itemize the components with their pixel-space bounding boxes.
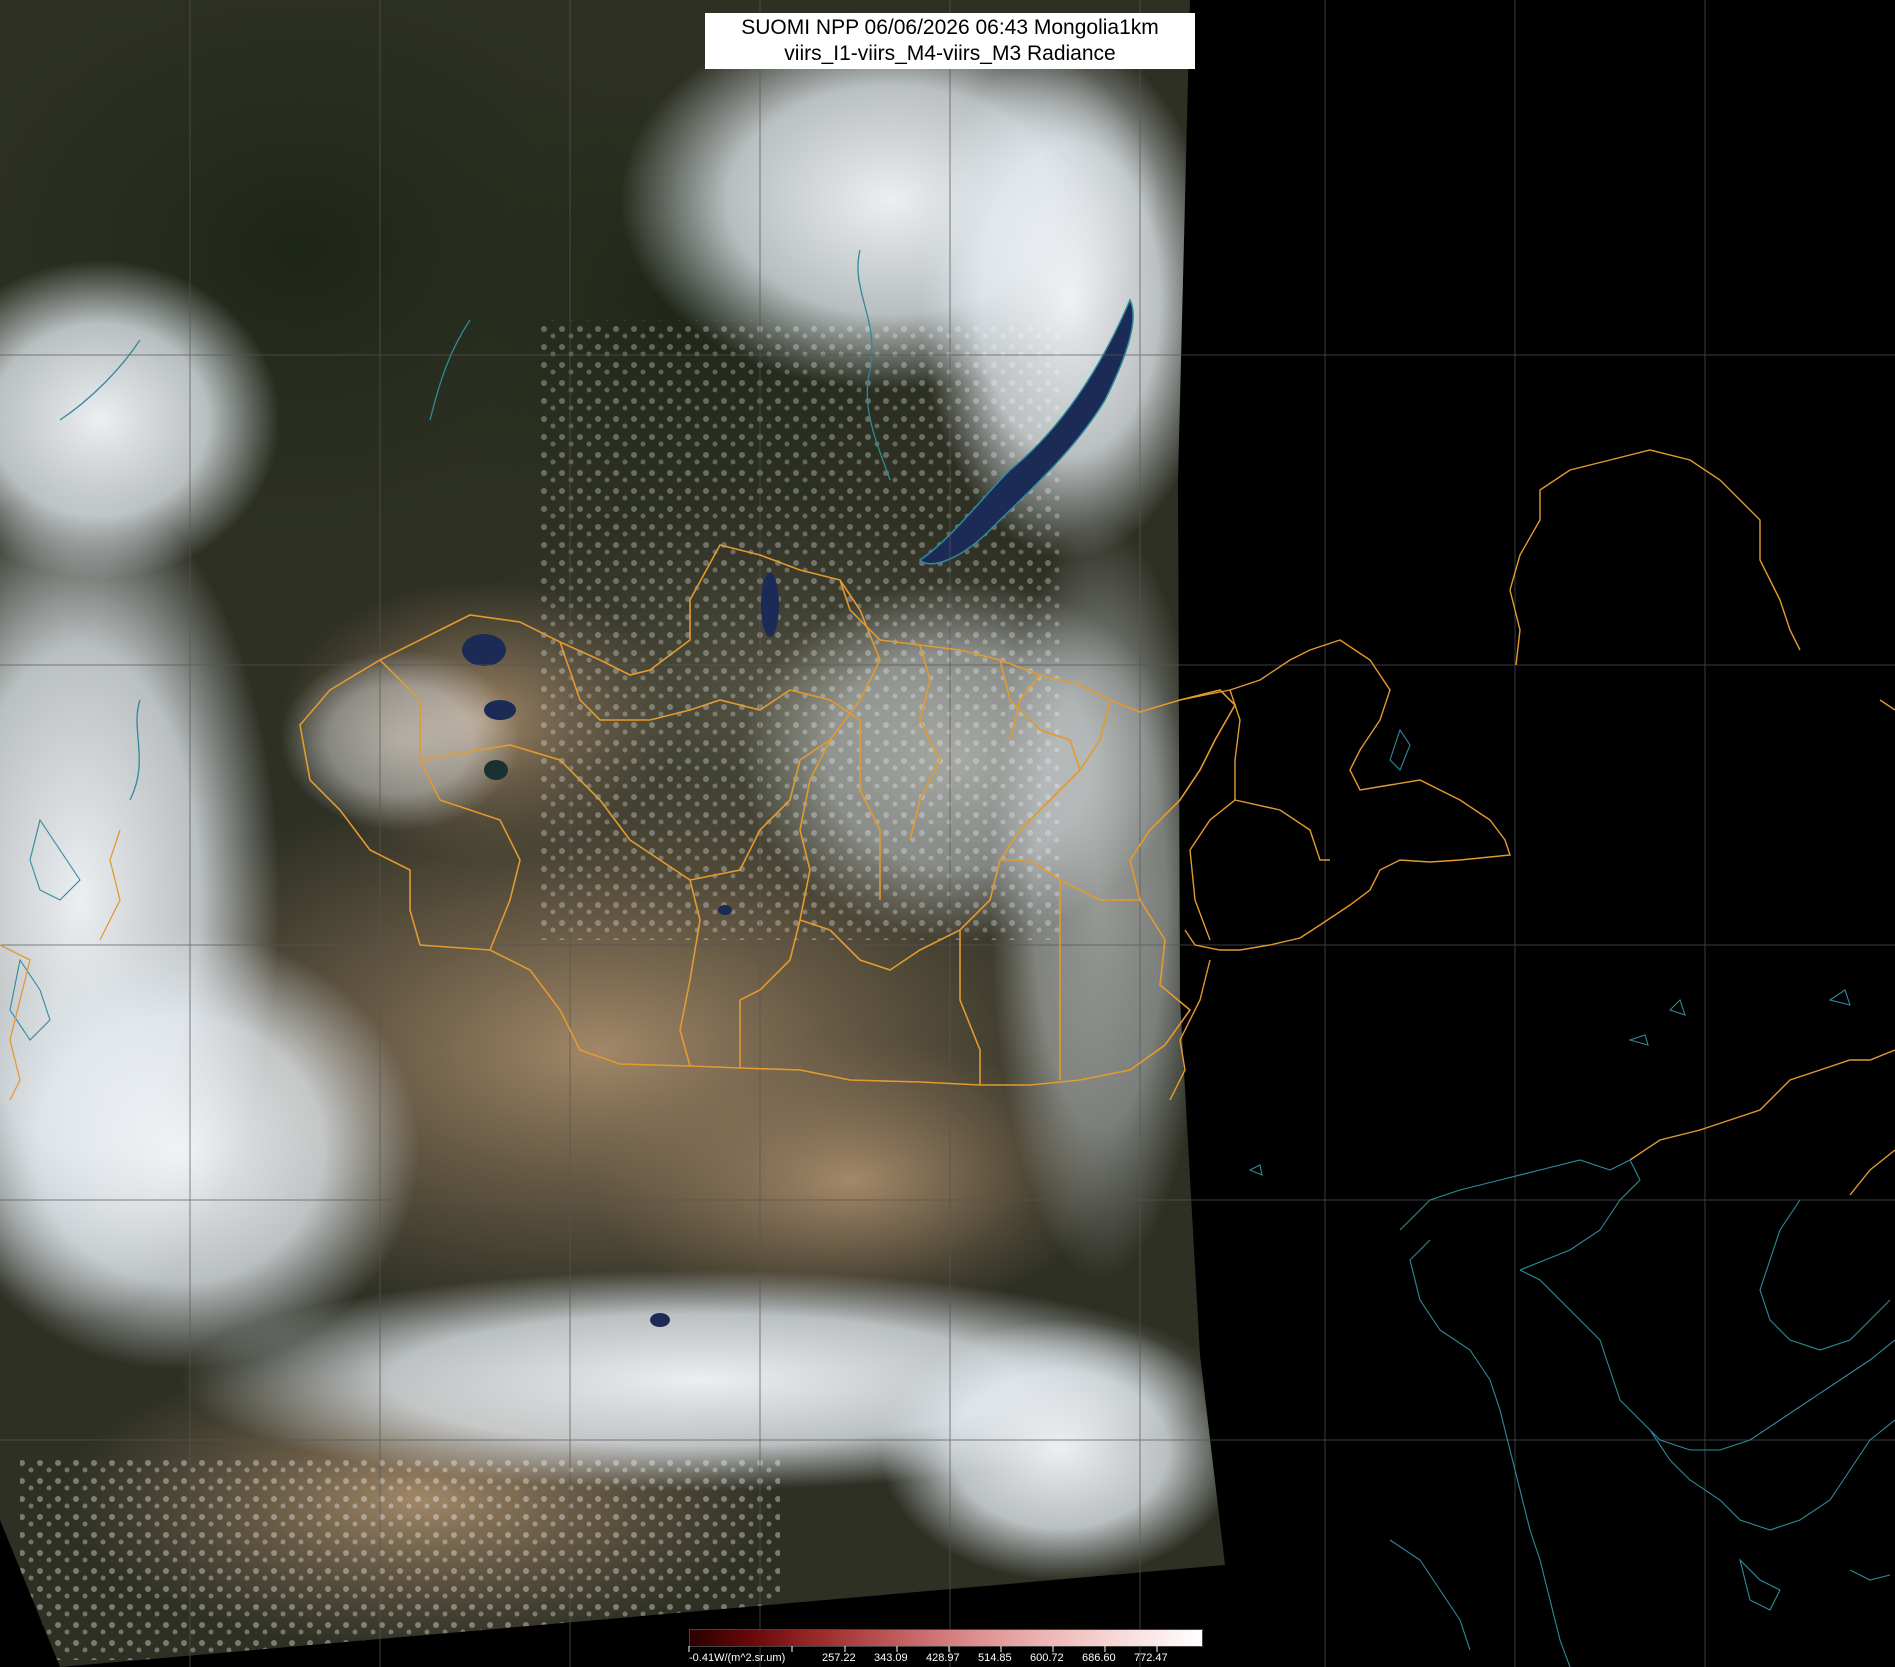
title-line-1: SUOMI NPP 06/06/2026 06:43 Mongolia1km (741, 16, 1159, 39)
colorbar-labels: -0.41W/(m^2.sr.um) 257.22 343.09 428.97 … (685, 1652, 1205, 1667)
colorbar-value-label: 514.85 (978, 1652, 1012, 1664)
country-borders (1169, 449, 1895, 1196)
colorbar-value-label: 772.47 (1134, 1652, 1168, 1664)
colorbar-value-label: 343.09 (874, 1652, 908, 1664)
satellite-swath (0, 0, 1225, 1667)
image-title: SUOMI NPP 06/06/2026 06:43 Mongolia1km v… (705, 13, 1195, 69)
colorbar-value-label: 686.60 (1082, 1652, 1116, 1664)
satellite-image-viewer[interactable]: SUOMI NPP 06/06/2026 06:43 Mongolia1km v… (0, 0, 1895, 1667)
title-line-2: viirs_I1-viirs_M4-viirs_M3 Radiance (784, 42, 1116, 65)
colorbar-value-label: 257.22 (822, 1652, 856, 1664)
colorbar-ramp (689, 1629, 1203, 1647)
satellite-map (0, 0, 1895, 1667)
colorbar-value-label: 428.97 (926, 1652, 960, 1664)
colorbar-unit-label: -0.41W/(m^2.sr.um) (689, 1652, 786, 1664)
colorbar-legend: -0.41W/(m^2.sr.um) 257.22 343.09 428.97 … (685, 1625, 1205, 1667)
colorbar-value-label: 600.72 (1030, 1652, 1064, 1664)
